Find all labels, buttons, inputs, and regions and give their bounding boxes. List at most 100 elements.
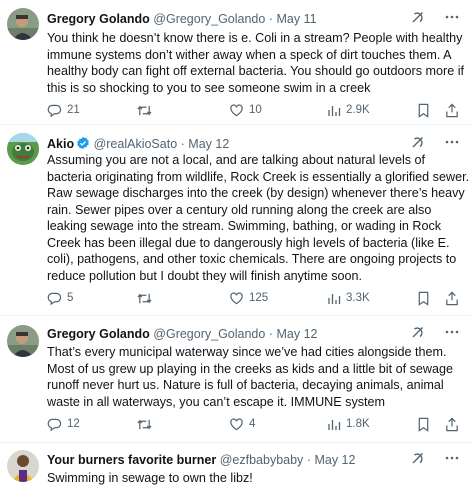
views-count: 3.3K [346, 292, 370, 304]
display-name[interactable]: Gregory Golando [47, 327, 150, 341]
share-button[interactable] [445, 416, 459, 432]
share-button[interactable] [445, 290, 459, 306]
retweet-button[interactable] [136, 290, 158, 306]
tweet-date[interactable]: May 12 [276, 327, 317, 341]
tweet[interactable]: Gregory Golando @Gregory_Golando · May 1… [0, 0, 472, 125]
tweet-text: That’s every municipal waterway since we… [47, 344, 461, 410]
avatar[interactable] [7, 450, 39, 482]
like-button[interactable]: 125 [229, 290, 268, 306]
more-icon[interactable] [444, 324, 460, 345]
tweet-text: Swimming in sewage to own the libz! [47, 470, 461, 487]
separator-dot: · [306, 453, 311, 467]
tweet-top-icons [410, 326, 460, 342]
like-icon [229, 103, 244, 118]
views-button[interactable]: 3.3K [327, 290, 370, 306]
tweet[interactable]: Your burners favorite burner @ezfbabybab… [0, 443, 472, 495]
views-button[interactable]: 1.8K [327, 416, 370, 432]
tweet-text-line: That’s every municipal waterway since we… [47, 345, 447, 359]
share-button[interactable] [445, 102, 459, 118]
user-handle[interactable]: @realAkioSato [94, 137, 178, 151]
avatar[interactable] [7, 133, 39, 165]
tweet-header: Gregory Golando @Gregory_Golando · May 1… [47, 11, 462, 27]
tweet-text-line: leaking sewage into the stream. Swimming… [47, 219, 442, 233]
reply-count: 21 [67, 104, 80, 116]
views-icon [327, 417, 341, 431]
views-count: 2.9K [346, 104, 370, 116]
retweet-button[interactable] [136, 416, 158, 432]
like-button[interactable]: 4 [229, 416, 255, 432]
tweet-text-line: rain. Sewer pipes over a century old run… [47, 202, 432, 217]
tweet-header: Your burners favorite burner @ezfbabybab… [47, 452, 462, 468]
reply-button[interactable]: 5 [47, 290, 73, 306]
tweet-top-icons [410, 11, 460, 27]
like-icon [229, 417, 244, 432]
bookmark-button[interactable] [417, 290, 430, 306]
grok-icon[interactable] [410, 9, 426, 30]
reply-count: 5 [67, 292, 74, 304]
tweet-text-line: this is so shocking to you to see someon… [47, 80, 371, 95]
views-icon [327, 103, 341, 117]
tweet[interactable]: Akio @realAkioSato · May 12 Assuming you… [0, 125, 472, 316]
tweet-header: Akio @realAkioSato · May 12 [47, 136, 462, 152]
display-name[interactable]: Akio [47, 137, 74, 151]
share-icon [445, 417, 459, 432]
bookmark-icon [417, 417, 430, 432]
tweet-date[interactable]: May 12 [188, 137, 229, 151]
tweet-date[interactable]: May 11 [276, 12, 316, 26]
reply-button[interactable]: 21 [47, 102, 80, 118]
separator-dot: · [180, 137, 185, 151]
separator-dot: · [268, 327, 273, 341]
tweet-actions: 5 125 3.3K [47, 290, 461, 306]
tweet-top-icons [410, 136, 460, 152]
display-name[interactable]: Gregory Golando [47, 12, 150, 26]
tweet-text-line: healthy body can fight off external bact… [47, 64, 465, 78]
user-handle[interactable]: @Gregory_Golando [153, 327, 265, 341]
reply-button[interactable]: 12 [47, 416, 80, 432]
views-count: 1.8K [346, 418, 370, 430]
like-button[interactable]: 10 [229, 102, 262, 118]
tweet-text-line: Most of us grew up playing in the creeks… [47, 361, 454, 376]
share-icon [445, 291, 459, 306]
user-handle[interactable]: @Gregory_Golando [153, 12, 265, 26]
reply-icon [47, 417, 62, 432]
tweet-text-line: immune systems don’t wither away when a … [47, 47, 452, 62]
bookmark-button[interactable] [417, 102, 430, 118]
reply-icon [47, 291, 62, 306]
tweet-text-line: bacteria originating from wildlife, Rock… [47, 169, 470, 184]
avatar[interactable] [7, 325, 39, 357]
tweet-date[interactable]: May 12 [314, 453, 355, 467]
avatar[interactable] [7, 8, 39, 40]
retweet-button[interactable] [136, 102, 158, 118]
like-count: 4 [249, 418, 256, 430]
like-icon [229, 291, 244, 306]
retweet-icon [136, 103, 153, 118]
tweet-text-line: waste in all waterways, you can’t escape… [47, 394, 386, 409]
tweet-text-line: Creek has been illegal due to dangerousl… [47, 235, 450, 250]
views-icon [327, 291, 341, 305]
grok-icon[interactable] [410, 324, 426, 345]
reply-thread: Gregory Golando @Gregory_Golando · May 1… [0, 0, 472, 495]
bookmark-button[interactable] [417, 416, 430, 432]
bookmark-icon [417, 291, 430, 306]
tweet-text-line: reduce pollution but I doubt they will f… [47, 268, 363, 283]
like-count: 125 [249, 292, 269, 304]
tweet-text-line: Assuming you are not a local, and are ta… [47, 153, 426, 167]
tweet-text: Assuming you are not a local, and are ta… [47, 152, 470, 284]
reply-count: 12 [67, 418, 80, 430]
bookmark-icon [417, 103, 430, 118]
tweet-text-line: runoff never hurt us. Nature is full of … [47, 378, 444, 392]
grok-icon[interactable] [410, 450, 426, 471]
views-button[interactable]: 2.9K [327, 102, 370, 118]
tweet-header: Gregory Golando @Gregory_Golando · May 1… [47, 326, 462, 342]
tweet-top-icons [410, 452, 460, 468]
retweet-icon [136, 291, 153, 306]
reply-icon [47, 103, 62, 118]
more-icon[interactable] [444, 450, 460, 471]
user-handle[interactable]: @ezfbabybaby [220, 453, 304, 467]
tweet-actions: 12 4 1.8K [47, 416, 461, 432]
tweet[interactable]: Gregory Golando @Gregory_Golando · May 1… [0, 316, 472, 443]
more-icon[interactable] [444, 9, 460, 30]
tweet-actions: 21 10 2.9K [47, 102, 461, 118]
retweet-icon [136, 417, 153, 432]
display-name[interactable]: Your burners favorite burner [47, 453, 216, 467]
